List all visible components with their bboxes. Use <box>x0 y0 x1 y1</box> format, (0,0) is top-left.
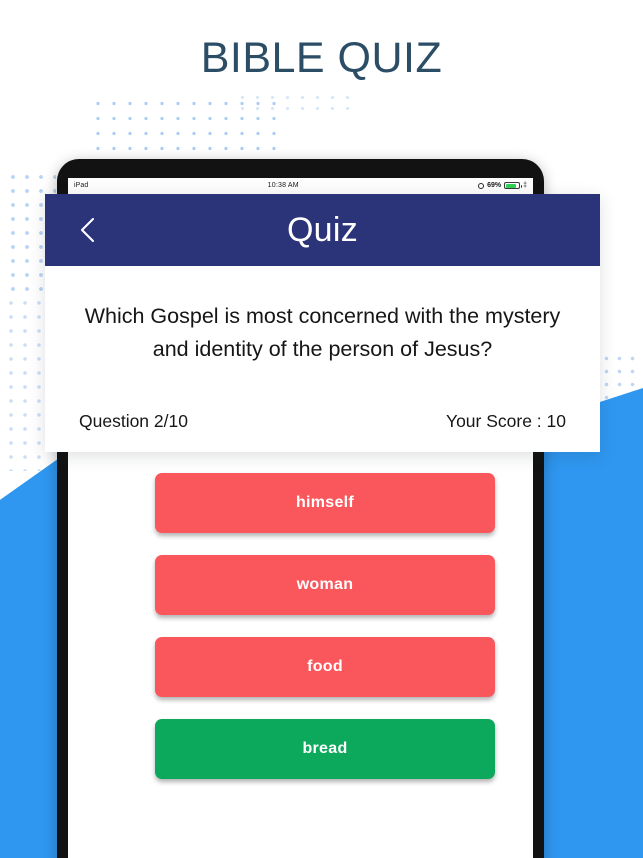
answer-option-3[interactable]: food <box>155 637 495 697</box>
app-navbar: Quiz <box>45 194 600 266</box>
status-bar-device-label: iPad <box>74 182 89 189</box>
dot-pattern-left-column <box>4 296 50 471</box>
answer-option-1[interactable]: himself <box>155 473 495 533</box>
page-title: BIBLE QUIZ <box>200 34 443 82</box>
answer-option-2[interactable]: woman <box>155 555 495 615</box>
answer-options-list: himself woman food bread <box>155 473 495 779</box>
dot-pattern-title-underlay <box>235 92 355 114</box>
status-bar: iPad 10:38 AM 69% ‡ <box>68 178 533 193</box>
status-bar-tail-icon: ‡ <box>523 182 527 189</box>
question-counter: Question 2/10 <box>79 410 188 431</box>
battery-percent-label: 69% <box>487 182 502 189</box>
question-section: Which Gospel is most concerned with the … <box>45 266 600 452</box>
gear-icon <box>478 182 485 189</box>
quiz-card: Quiz Which Gospel is most concerned with… <box>45 194 600 452</box>
navbar-title: Quiz <box>286 210 359 249</box>
answer-option-4[interactable]: bread <box>155 719 495 779</box>
battery-icon <box>504 182 523 189</box>
question-meta-row: Question 2/10 Your Score : 10 <box>71 411 574 432</box>
status-bar-right-group: 69% ‡ <box>478 182 527 189</box>
question-text: Which Gospel is most concerned with the … <box>84 304 561 362</box>
score-label: Your Score : 10 <box>446 410 566 431</box>
status-bar-time: 10:38 AM <box>267 182 299 189</box>
app-screenshot: BIBLE QUIZ iPad 10:38 AM 69% ‡ Quiz Whic… <box>0 0 643 858</box>
dot-pattern-right <box>600 352 643 472</box>
back-button[interactable] <box>75 217 101 243</box>
chevron-left-icon <box>80 217 95 243</box>
